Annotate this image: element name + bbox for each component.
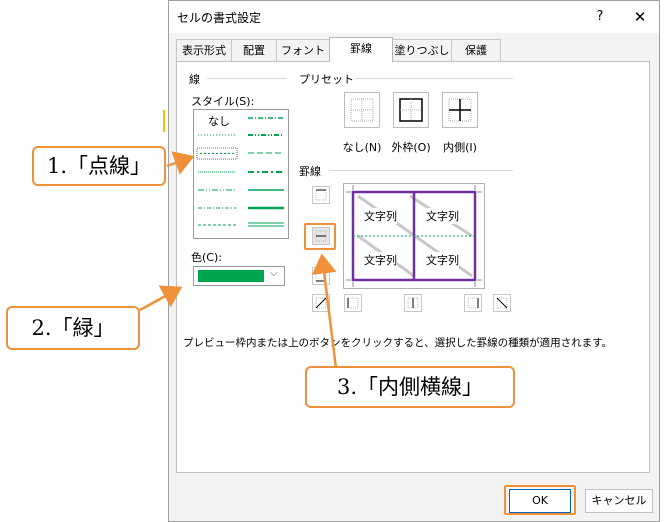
callout-green: 2.「緑」 xyxy=(6,306,140,350)
callout-inside-horizontal: 3.「内側横線」 xyxy=(305,366,515,408)
callout-dotted-line: 1.「点線」 xyxy=(32,146,166,186)
callout-arrows xyxy=(139,151,338,369)
